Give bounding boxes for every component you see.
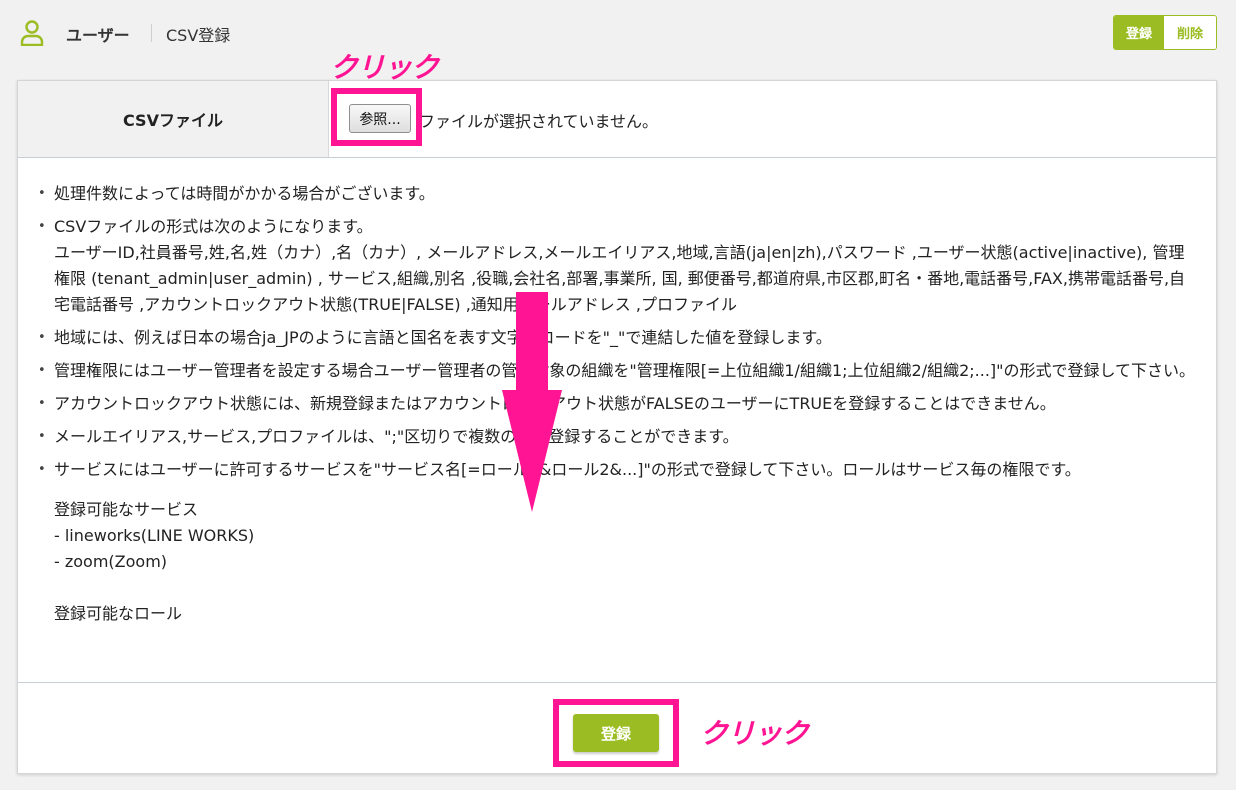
click-annotation-bottom: クリック [700, 717, 809, 750]
user-icon [20, 20, 44, 46]
header-delete-button[interactable]: 削除 [1164, 16, 1216, 49]
page-header: ユーザー CSV登録 登録 削除 [0, 0, 1236, 66]
service-item: - lineworks(LINE WORKS) [54, 526, 255, 545]
note-item: メールエイリアス,サービス,プロファイルは、";"区切りで複数の値を登録すること… [38, 424, 1196, 450]
services-heading: 登録可能なサービス [54, 500, 199, 519]
header-action-group: 登録 削除 [1113, 15, 1217, 50]
note-item: 地域には、例えば日本の場合ja_JPのように言語と国名を表す文字のコードを"_"… [38, 325, 1196, 351]
csv-file-label: CSVファイル [18, 81, 329, 157]
csv-notes: 処理件数によっては時間がかかる場合がございます。 CSVファイルの形式は次のよう… [18, 159, 1216, 683]
service-item: - zoom(Zoom) [54, 552, 168, 571]
browse-highlight-box [331, 88, 422, 146]
csv-file-row: CSVファイル 参照... ファイルが選択されていません。 [18, 81, 1216, 158]
note-item: サービスにはユーザーに許可するサービスを"サービス名[=ロール1&ロール2&..… [38, 457, 1196, 483]
csv-upload-panel: CSVファイル 参照... ファイルが選択されていません。 処理件数によっては時… [17, 80, 1217, 774]
file-status-text: ファイルが選択されていません。 [419, 112, 659, 131]
csv-format-columns: ユーザーID,社員番号,姓,名,姓（カナ）,名（カナ）, メールアドレス,メール… [54, 243, 1186, 314]
note-item: 管理権限にはユーザー管理者を設定する場合ユーザー管理者の管理対象の組織を"管理権… [38, 358, 1196, 384]
note-item: アカウントロックアウト状態には、新規登録またはアカウントロックアウト状態がFAL… [38, 391, 1196, 417]
register-highlight-box [553, 699, 679, 767]
note-item-csv-format: CSVファイルの形式は次のようになります。 ユーザーID,社員番号,姓,名,姓（… [38, 214, 1196, 318]
notes-list: 処理件数によっては時間がかかる場合がございます。 CSVファイルの形式は次のよう… [38, 181, 1196, 483]
header-register-button[interactable]: 登録 [1114, 16, 1164, 49]
page-title: ユーザー [66, 26, 130, 45]
roles-heading: 登録可能なロール [54, 604, 183, 623]
header-divider [151, 24, 152, 42]
note-item: 処理件数によっては時間がかかる場合がございます。 [38, 181, 1196, 207]
page-subtitle: CSV登録 [166, 26, 231, 45]
